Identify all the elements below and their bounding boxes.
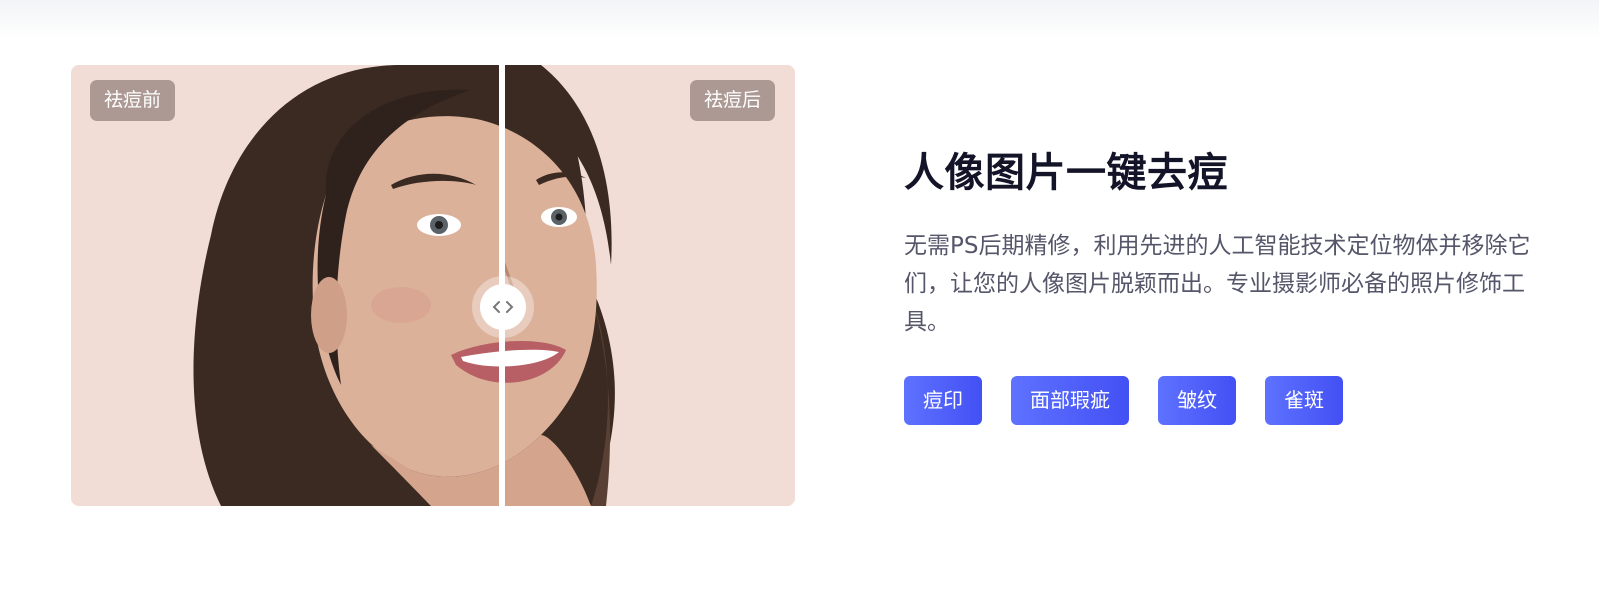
slider-handle[interactable]: [480, 284, 526, 330]
tag-wrinkles[interactable]: 皱纹: [1158, 376, 1236, 425]
tag-facial-blemishes[interactable]: 面部瑕疵: [1011, 376, 1129, 425]
before-label: 祛痘前: [90, 80, 176, 121]
tag-freckles[interactable]: 雀斑: [1265, 376, 1343, 425]
chevron-left-right-icon: [492, 301, 514, 313]
feature-tags: 痘印 面部瑕疵 皱纹 雀斑: [904, 376, 1343, 425]
portrait-photo: [71, 65, 795, 506]
after-label: 祛痘后: [689, 80, 775, 121]
feature-description: 无需PS后期精修，利用先进的人工智能技术定位物体并移除它们，让您的人像图片脱颖而…: [904, 233, 1531, 335]
feature-info: 人像图片一键去痘 无需PS后期精修，利用先进的人工智能技术定位物体并移除它们，让…: [904, 145, 1564, 341]
feature-title: 人像图片一键去痘: [904, 150, 1228, 196]
tag-acne-marks[interactable]: 痘印: [904, 376, 982, 425]
before-after-comparison[interactable]: 祛痘前 祛痘后: [71, 65, 795, 506]
